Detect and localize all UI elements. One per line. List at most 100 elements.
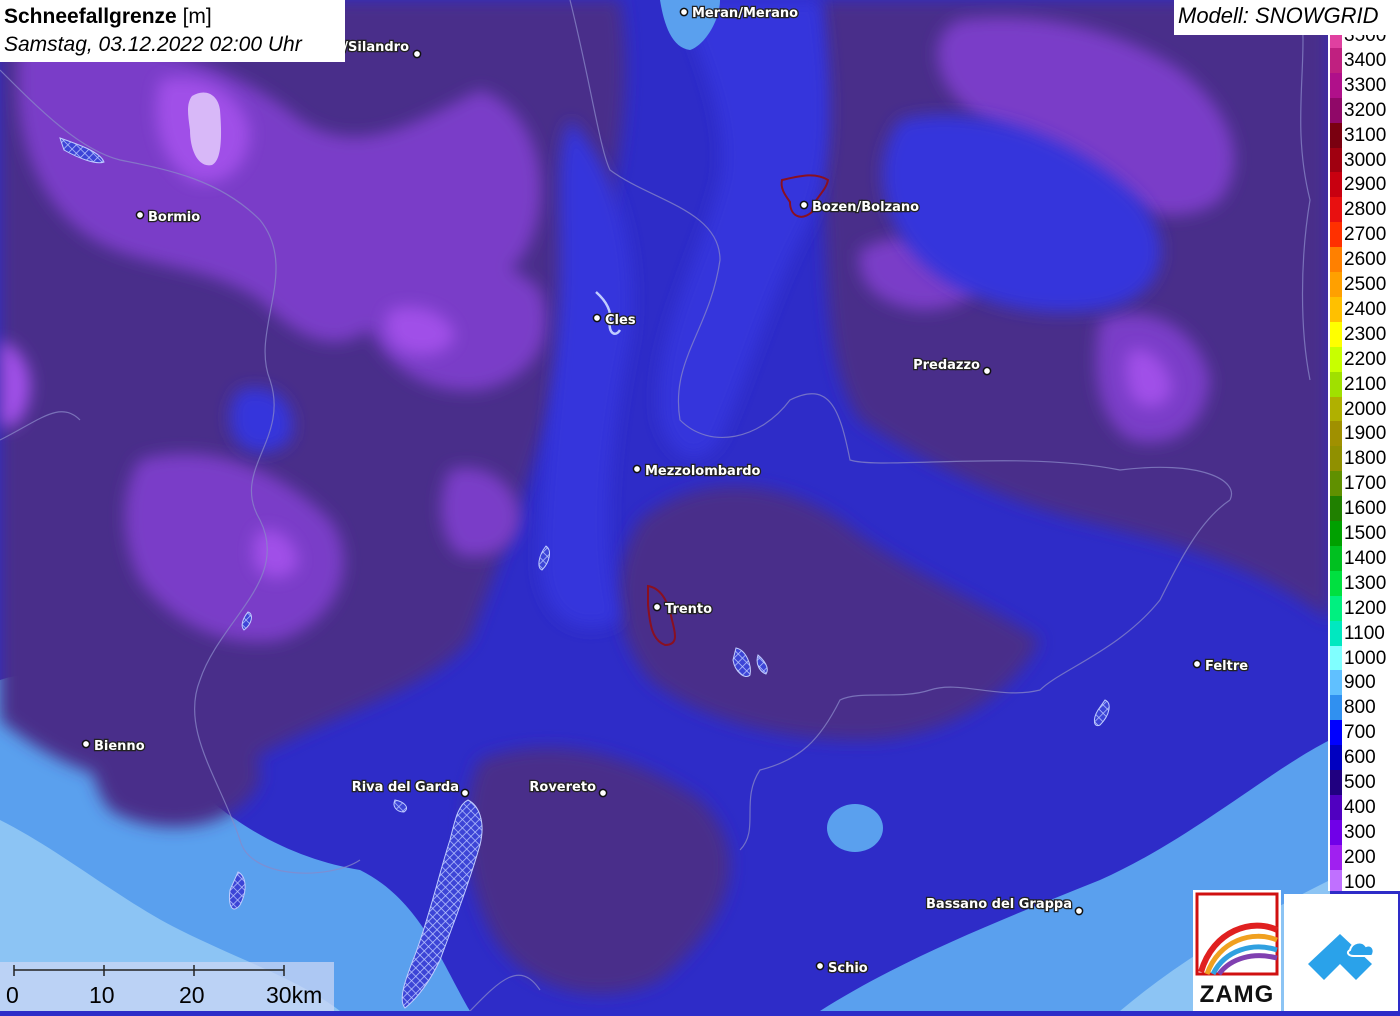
legend-swatch-2100 — [1330, 371, 1342, 397]
zamg-logo[interactable]: ZAMG — [1193, 890, 1281, 1011]
title-box: Schneefallgrenze [m] Samstag, 03.12.2022… — [0, 0, 345, 62]
legend-row-1400: 1400 — [1328, 545, 1400, 571]
legend-row-1700: 1700 — [1328, 471, 1400, 497]
legend-row-3300: 3300 — [1328, 72, 1400, 98]
legend-swatch-3500 — [1330, 35, 1342, 48]
legend-row-3100: 3100 — [1328, 122, 1400, 148]
legend-swatch-1000 — [1330, 645, 1342, 671]
legend-label-1100: 1100 — [1344, 622, 1385, 644]
legend-swatch-2300 — [1330, 321, 1342, 347]
legend-label-900: 900 — [1344, 672, 1376, 694]
zamg-logo-text: ZAMG — [1199, 981, 1275, 1008]
city-label-bozen-bolzano: Bozen/Bolzano — [812, 200, 919, 215]
legend-label-2800: 2800 — [1344, 199, 1387, 221]
legend-swatch-100 — [1330, 869, 1342, 891]
legend-label-300: 300 — [1344, 821, 1376, 843]
legend-label-2100: 2100 — [1344, 373, 1387, 395]
city-bassano-del-grappa[interactable]: Bassano del Grappa — [925, 896, 1084, 916]
legend-label-2700: 2700 — [1344, 224, 1387, 246]
city-label-bassano-del-grappa: Bassano del Grappa — [926, 897, 1072, 912]
legend-label-3400: 3400 — [1344, 49, 1387, 71]
legend-swatch-3400 — [1330, 47, 1342, 73]
legend-swatch-3300 — [1330, 72, 1342, 98]
forecast-datetime: Samstag, 03.12.2022 02:00 Uhr — [4, 33, 302, 56]
city-dot-bassano-del-grappa — [1074, 906, 1084, 916]
city-label-cles: Cles — [605, 313, 636, 328]
city-bozen-bolzano[interactable]: Bozen/Bolzano — [799, 199, 920, 216]
city-label-predazzo: Predazzo — [913, 358, 980, 373]
scale-label-10: 10 — [89, 982, 115, 1008]
legend-row-1500: 1500 — [1328, 521, 1400, 546]
legend-row-100: 100 — [1328, 869, 1400, 891]
legend-row-2600: 2600 — [1328, 247, 1400, 273]
legend-swatch-1400 — [1330, 545, 1342, 571]
scale-label-30km: 30km — [266, 982, 323, 1008]
legend-swatch-2600 — [1330, 247, 1342, 273]
legend-row-2400: 2400 — [1328, 296, 1400, 322]
legend-label-600: 600 — [1344, 747, 1376, 769]
city-dot-riva-del-garda — [460, 788, 470, 798]
city-label-trento: Trento — [665, 602, 712, 617]
legend-label-1600: 1600 — [1344, 498, 1387, 520]
legend-label-3000: 3000 — [1344, 149, 1387, 171]
legend-label-1000: 1000 — [1344, 647, 1387, 669]
legend-swatch-1100 — [1330, 620, 1342, 646]
city-label-schio: Schio — [828, 961, 868, 976]
legend-row-1100: 1100 — [1328, 620, 1400, 646]
legend-label-1400: 1400 — [1344, 547, 1387, 569]
legend-swatch-3100 — [1330, 122, 1342, 148]
legend-swatch-3000 — [1330, 147, 1342, 173]
legend-row-500: 500 — [1328, 770, 1400, 795]
weather-app-logo[interactable] — [1284, 894, 1398, 1011]
city-meran-merano[interactable]: Meran/Merano — [679, 5, 799, 22]
city-label-bienno: Bienno — [94, 739, 145, 754]
legend-row-1900: 1900 — [1328, 421, 1400, 447]
legend-label-800: 800 — [1344, 697, 1376, 719]
legend-label-1700: 1700 — [1344, 473, 1387, 495]
city-mezzolombardo[interactable]: Mezzolombardo — [632, 463, 762, 480]
city-dot-meran-merano — [679, 7, 689, 17]
legend-row-3000: 3000 — [1328, 147, 1400, 173]
legend-swatch-1600 — [1330, 496, 1342, 522]
legend-swatch-400 — [1330, 794, 1342, 820]
legend-swatch-800 — [1330, 695, 1342, 721]
city-predazzo[interactable]: Predazzo — [912, 357, 992, 376]
city-label-bormio: Bormio — [148, 210, 200, 225]
city-dot-silandro — [412, 49, 422, 59]
title-text: Schneefallgrenze — [4, 5, 177, 28]
city-rovereto[interactable]: Rovereto — [528, 779, 608, 798]
legend-swatch-1900 — [1330, 421, 1342, 447]
legend-row-2100: 2100 — [1328, 371, 1400, 397]
legend-row-2900: 2900 — [1328, 172, 1400, 198]
legend-row-800: 800 — [1328, 695, 1400, 721]
legend-label-2000: 2000 — [1344, 398, 1387, 420]
legend-label-1300: 1300 — [1344, 572, 1387, 594]
legend-swatch-500 — [1330, 770, 1342, 795]
city-label-riva-del-garda: Riva del Garda — [352, 780, 459, 795]
legend-row-2800: 2800 — [1328, 197, 1400, 223]
snowfall-line-map[interactable]: Meran/Merano/Silandro Bormio Bozen/Bolzano… — [0, 0, 1400, 1011]
snow-cloud-house-icon — [1308, 934, 1375, 980]
scale-label-20: 20 — [179, 982, 205, 1008]
legend-row-1200: 1200 — [1328, 595, 1400, 621]
scale-bar: 0 10 20 30km — [0, 962, 334, 1011]
legend-row-200: 200 — [1328, 844, 1400, 870]
city-riva-del-garda[interactable]: Riva del Garda — [350, 779, 470, 798]
city-dot-rovereto — [598, 788, 608, 798]
legend-swatch-2700 — [1330, 222, 1342, 248]
city-dot-bienno — [81, 739, 91, 749]
scale-label-0: 0 — [6, 982, 19, 1008]
city-label-feltre: Feltre — [1205, 659, 1248, 674]
legend-swatch-300 — [1330, 819, 1342, 845]
legend-swatch-1800 — [1330, 446, 1342, 472]
city-dot-bormio — [135, 210, 145, 220]
legend-label-1800: 1800 — [1344, 448, 1387, 470]
legend-swatch-1500 — [1330, 521, 1342, 546]
legend-row-2500: 2500 — [1328, 272, 1400, 297]
title-unit: [m] — [182, 5, 212, 28]
city-dot-trento — [652, 602, 662, 612]
legend-swatch-2900 — [1330, 172, 1342, 198]
legend-row-1000: 1000 — [1328, 645, 1400, 671]
legend-row-3500: 3500 — [1328, 35, 1400, 48]
legend-label-700: 700 — [1344, 722, 1376, 744]
